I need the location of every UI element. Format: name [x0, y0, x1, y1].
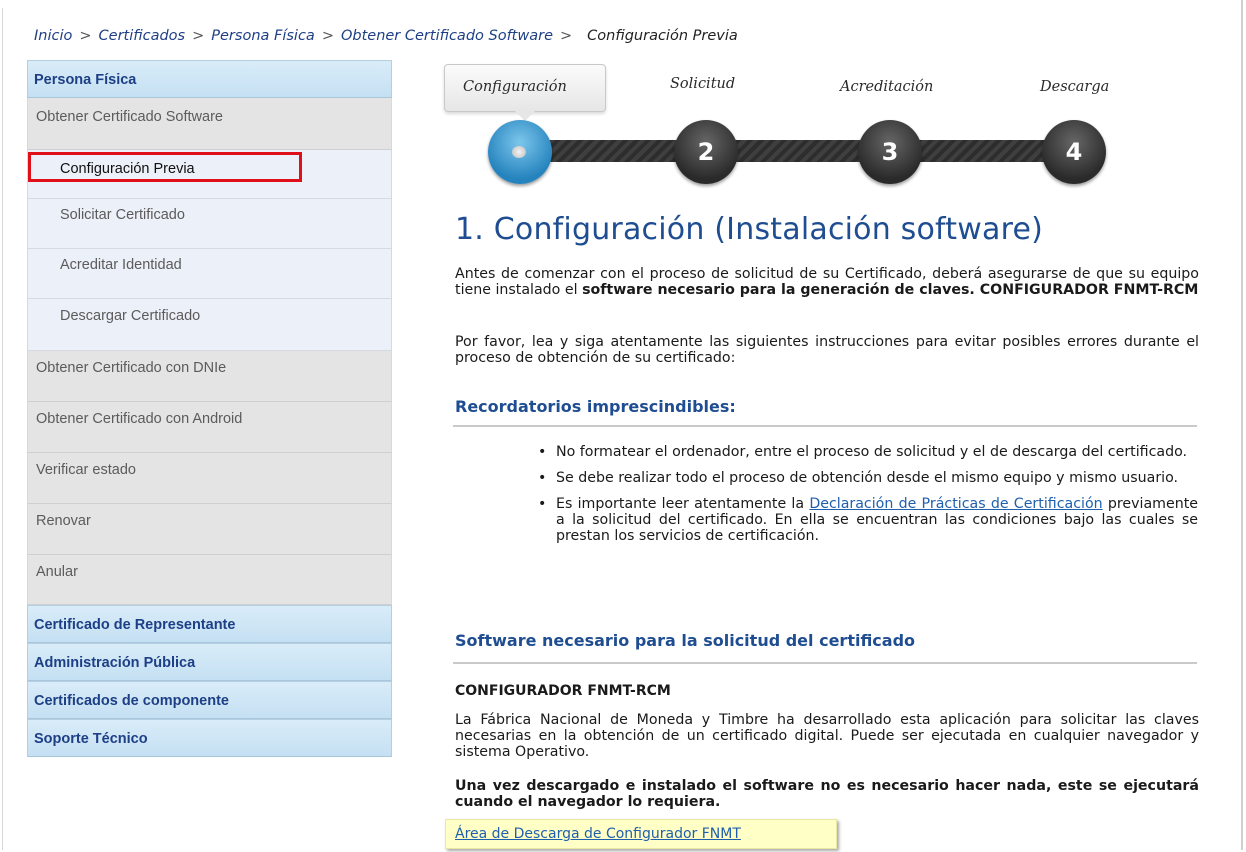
section-divider	[453, 425, 1197, 427]
sidebar-section-soporte[interactable]: Soporte Técnico	[27, 719, 392, 757]
steps-progress: Configuración Solicitud Acreditación Des…	[444, 58, 1144, 198]
step-3-circle: 3	[858, 120, 922, 184]
list-item: No formatear el ordenador, entre el proc…	[538, 444, 1198, 460]
breadcrumb-link-inicio[interactable]: Inicio	[34, 28, 72, 44]
sidebar-nav: Persona Física Obtener Certificado Softw…	[27, 60, 392, 757]
sidebar-section-representante[interactable]: Certificado de Representante	[27, 605, 392, 643]
sidebar-section-persona-fisica[interactable]: Persona Física	[27, 60, 392, 98]
breadcrumb-separator: >	[321, 28, 334, 44]
breadcrumb-link-persona-fisica[interactable]: Persona Física	[211, 28, 315, 44]
list-item-text: Es importante leer atentamente la	[556, 496, 810, 512]
breadcrumb-separator: >	[192, 28, 205, 44]
sidebar-subitem-label: Configuración Previa	[60, 161, 195, 177]
step-label-acreditacion: Acreditación	[840, 79, 934, 95]
list-item-text: Se debe realizar todo el proceso de obte…	[556, 470, 1179, 486]
breadcrumb-separator: >	[79, 28, 92, 44]
step-2-circle: 2	[674, 120, 738, 184]
download-callout: Área de Descarga de Configurador FNMT	[445, 819, 837, 849]
breadcrumb-link-obtener-software[interactable]: Obtener Certificado Software	[341, 28, 553, 44]
section-divider	[453, 662, 1197, 664]
software-heading: Software necesario para la solicitud del…	[455, 631, 916, 650]
step-label-configuracion: Configuración	[463, 79, 567, 95]
intro-bold-text: software necesario para la generación de…	[582, 282, 1199, 298]
list-item: Es importante leer atentamente la Declar…	[538, 496, 1198, 544]
sidebar-item-verificar[interactable]: Verificar estado	[27, 453, 392, 504]
configurador-title: CONFIGURADOR FNMT-RCM	[455, 683, 671, 699]
step-1-circle	[488, 120, 552, 184]
breadcrumb-link-certificados[interactable]: Certificados	[99, 28, 186, 44]
sidebar-item-anular[interactable]: Anular	[27, 555, 392, 605]
sidebar-section-componente[interactable]: Certificados de componente	[27, 681, 392, 719]
sidebar-section-administracion[interactable]: Administración Pública	[27, 643, 392, 681]
breadcrumb-separator: >	[560, 28, 573, 44]
breadcrumb: Inicio > Certificados > Persona Física > Obten…	[34, 28, 738, 44]
sidebar-item-obtener-software[interactable]: Obtener Certificado Software	[27, 98, 392, 150]
list-item: Se debe realizar todo el proceso de obte…	[538, 470, 1198, 486]
sidebar-subitem-solicitar[interactable]: Solicitar Certificado	[27, 199, 392, 249]
reminders-list: No formatear el ordenador, entre el proc…	[538, 444, 1198, 554]
steps-track	[510, 140, 1085, 162]
left-divider	[2, 8, 3, 850]
active-step-icon	[512, 146, 526, 158]
sidebar-item-renovar[interactable]: Renovar	[27, 504, 392, 555]
sidebar-item-dnie[interactable]: Obtener Certificado con DNIe	[27, 351, 392, 402]
page-title: 1. Configuración (Instalación software)	[455, 212, 1044, 247]
practices-declaration-link[interactable]: Declaración de Prácticas de Certificació…	[809, 496, 1102, 512]
sidebar-subitem-descargar[interactable]: Descargar Certificado	[27, 299, 392, 351]
intro-paragraph: Antes de comenzar con el proceso de soli…	[455, 266, 1199, 298]
configurador-note: Una vez descargado e instalado el softwa…	[455, 778, 1199, 810]
instructions-paragraph: Por favor, lea y siga atentamente las si…	[455, 334, 1199, 366]
sidebar-subitem-configuracion-previa[interactable]: Configuración Previa	[27, 150, 392, 199]
step-label-solicitud: Solicitud	[670, 76, 736, 92]
sidebar-subitem-acreditar[interactable]: Acreditar Identidad	[27, 249, 392, 299]
download-configurador-link[interactable]: Área de Descarga de Configurador FNMT	[455, 826, 741, 842]
sidebar-item-android[interactable]: Obtener Certificado con Android	[27, 402, 392, 453]
breadcrumb-current: Configuración Previa	[587, 28, 738, 44]
step-4-circle: 4	[1042, 120, 1106, 184]
reminders-heading: Recordatorios imprescindibles:	[455, 397, 736, 416]
step-label-descarga: Descarga	[1040, 79, 1110, 95]
configurador-description: La Fábrica Nacional de Moneda y Timbre h…	[455, 712, 1199, 760]
